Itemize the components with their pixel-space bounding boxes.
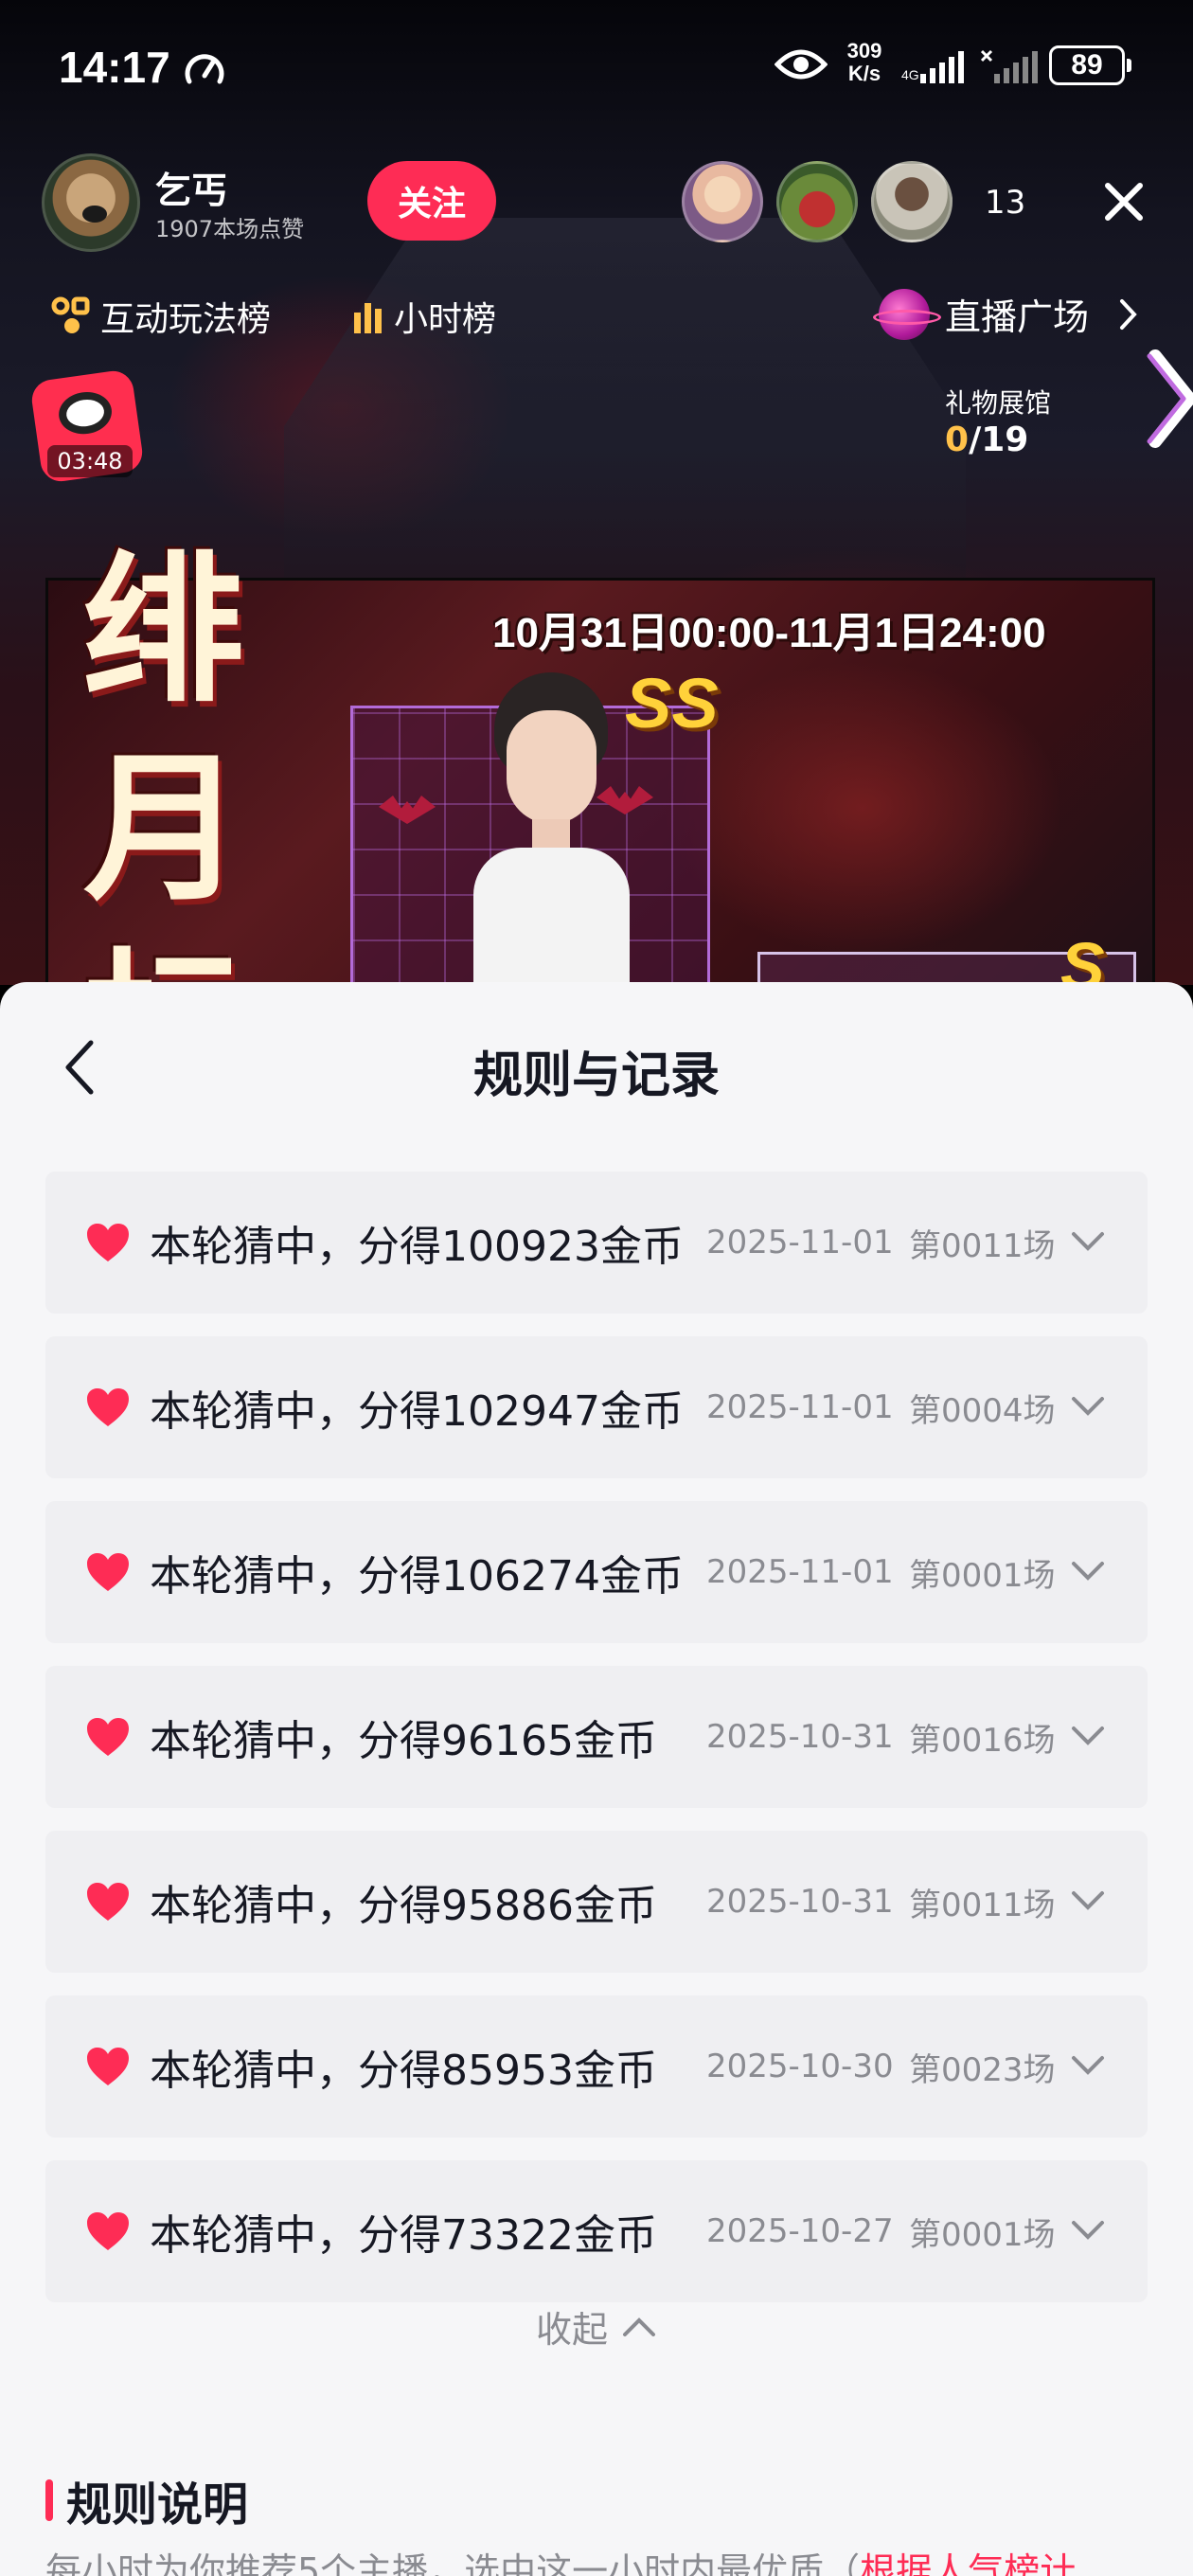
follow-button[interactable]: 关注 [367,161,496,241]
poster-date-range: 10月31日00:00-11月1日24:00 [492,610,1046,656]
viewer-count[interactable]: 13 [985,184,1025,222]
status-bar: 14:17 309 K/s 4G 89 [0,0,1193,142]
speed-icon [185,54,224,84]
heart-icon [87,1388,129,1426]
list-item[interactable]: 本轮猜中，分得100923金币 2025-11-01 第0011场 [45,1172,1148,1314]
collapse-label: 收起 [535,2309,608,2351]
record-text: 本轮猜中，分得102947金币 [150,1387,684,1436]
record-time: 03:48 [47,445,133,477]
list-item[interactable]: 本轮猜中，分得85953金币 2025-10-30 第0023场 [45,1995,1148,2138]
chevron-down-icon[interactable] [1070,1560,1106,1583]
sheet-title: 规则与记录 [472,1047,720,1104]
collapse-button[interactable]: 收起 [0,2300,1193,2352]
record-date: 2025-10-31 [706,1718,894,1756]
signal-icon: 4G [901,51,964,83]
hourly-rank-label: 小时榜 [394,300,497,339]
heart-icon [87,1883,129,1921]
eye-icon [775,49,828,80]
chevron-down-icon[interactable] [1070,1230,1106,1253]
record-round: 第0023场 [909,2050,1056,2089]
chevron-down-icon[interactable] [1070,1725,1106,1747]
host-likes: 1907本场点赞 [155,216,305,242]
poster-badge-s: S [1060,929,1105,985]
record-round: 第0011场 [909,1226,1056,1265]
chevron-down-icon[interactable] [1070,1395,1106,1418]
record-round: 第0004场 [909,1391,1056,1430]
bar-chart-icon [354,303,382,333]
viewer-avatar[interactable] [682,161,763,242]
chevron-up-icon [623,2317,655,2336]
record-text: 本轮猜中，分得100923金币 [150,1223,684,1271]
side-panel-arrow-icon[interactable] [1144,347,1193,451]
heart-icon [87,1718,129,1756]
net-speed-value: 309 [846,39,882,63]
record-date: 2025-11-01 [706,1224,894,1261]
chevron-right-icon [1120,298,1137,330]
status-time: 14:17 [59,43,170,92]
interactive-rank-label: 互动玩法榜 [100,300,272,339]
host-avatar[interactable] [42,153,140,252]
record-round: 第0011场 [909,1886,1056,1924]
net-speed-unit: K/s [847,62,881,85]
list-item[interactable]: 本轮猜中，分得106274金币 2025-11-01 第0001场 [45,1501,1148,1643]
list-item[interactable]: 本轮猜中，分得102947金币 2025-11-01 第0004场 [45,1336,1148,1478]
chevron-down-icon[interactable] [1070,2054,1106,2077]
record-date: 2025-10-27 [706,2212,894,2250]
stage-building [284,218,966,597]
list-item[interactable]: 本轮猜中，分得73322金币 2025-10-27 第0001场 [45,2160,1148,2302]
viewer-avatar[interactable] [871,161,953,242]
record-date: 2025-10-30 [706,2048,894,2085]
chevron-down-icon[interactable] [1070,2219,1106,2242]
record-text: 本轮猜中，分得96165金币 [150,1717,657,1765]
camera-icon [56,388,115,438]
svg-text:4G: 4G [901,67,919,82]
gift-hall-count[interactable]: 0/19 [945,420,1028,459]
rules-title-label: 规则说明 [66,2478,249,2531]
live-stage: 绯月标 10月31日00:00-11月1日24:00 SS S [0,0,1193,985]
record-round: 第0016场 [909,1721,1056,1760]
signal-icon [981,49,1038,83]
live-square-button[interactable]: 直播广场 [873,288,1138,340]
virtual-avatar [454,663,644,985]
record-text: 本轮猜中，分得73322金币 [150,2211,657,2260]
net-speed: 309 K/s [839,40,890,85]
rules-accent-bar [45,2479,53,2521]
gift-hall-title[interactable]: 礼物展馆 [945,383,1051,420]
heart-icon [87,2212,129,2250]
record-date: 2025-10-31 [706,1883,894,1921]
rules-text: 每小时为你推荐5个主播，选中这一小时内最优质（ [45,2550,861,2576]
rules-description: 每小时为你推荐5个主播，选中这一小时内最优质（根据人气榜计 [45,2543,1153,2576]
rules-records-sheet: 规则与记录 本轮猜中，分得100923金币 2025-11-01 第0011场 … [0,982,1193,2576]
list-item[interactable]: 本轮猜中，分得96165金币 2025-10-31 第0016场 [45,1666,1148,1808]
interactive-rank-button[interactable]: 互动玩法榜 [51,292,271,341]
record-date: 2025-11-01 [706,1388,894,1426]
chevron-down-icon[interactable] [1070,1889,1106,1912]
record-text: 本轮猜中，分得106274金币 [150,1552,684,1601]
record-list: 本轮猜中，分得100923金币 2025-11-01 第0011场 本轮猜中，分… [45,1172,1148,2325]
gift-hall-total: /19 [969,420,1029,459]
record-round: 第0001场 [909,2215,1056,2254]
record-text: 本轮猜中，分得85953金币 [150,2047,657,2095]
heart-icon [87,2048,129,2085]
heart-icon [87,1553,129,1591]
gift-hall-current: 0 [945,420,970,459]
hourly-rank-button[interactable]: 小时榜 [352,292,496,341]
record-round: 第0001场 [909,1556,1056,1595]
close-icon[interactable] [1098,176,1149,227]
poster-title: 绯月标 [83,535,244,985]
viewer-avatar[interactable] [776,161,858,242]
rules-link[interactable]: 根据人气榜计 [860,2550,1076,2576]
record-text: 本轮猜中，分得95886金币 [150,1882,657,1930]
planet-icon [873,288,941,340]
battery-icon: 89 [1049,45,1131,85]
rank-icon [51,296,90,333]
record-date: 2025-11-01 [706,1553,894,1591]
rules-title: 规则说明 [45,2467,248,2533]
heart-icon [87,1224,129,1261]
live-square-label: 直播广场 [945,296,1090,338]
list-item[interactable]: 本轮猜中，分得95886金币 2025-10-31 第0011场 [45,1831,1148,1973]
poster-badge-ss: SS [625,664,719,742]
host-name[interactable]: 乞丐 [155,161,227,213]
